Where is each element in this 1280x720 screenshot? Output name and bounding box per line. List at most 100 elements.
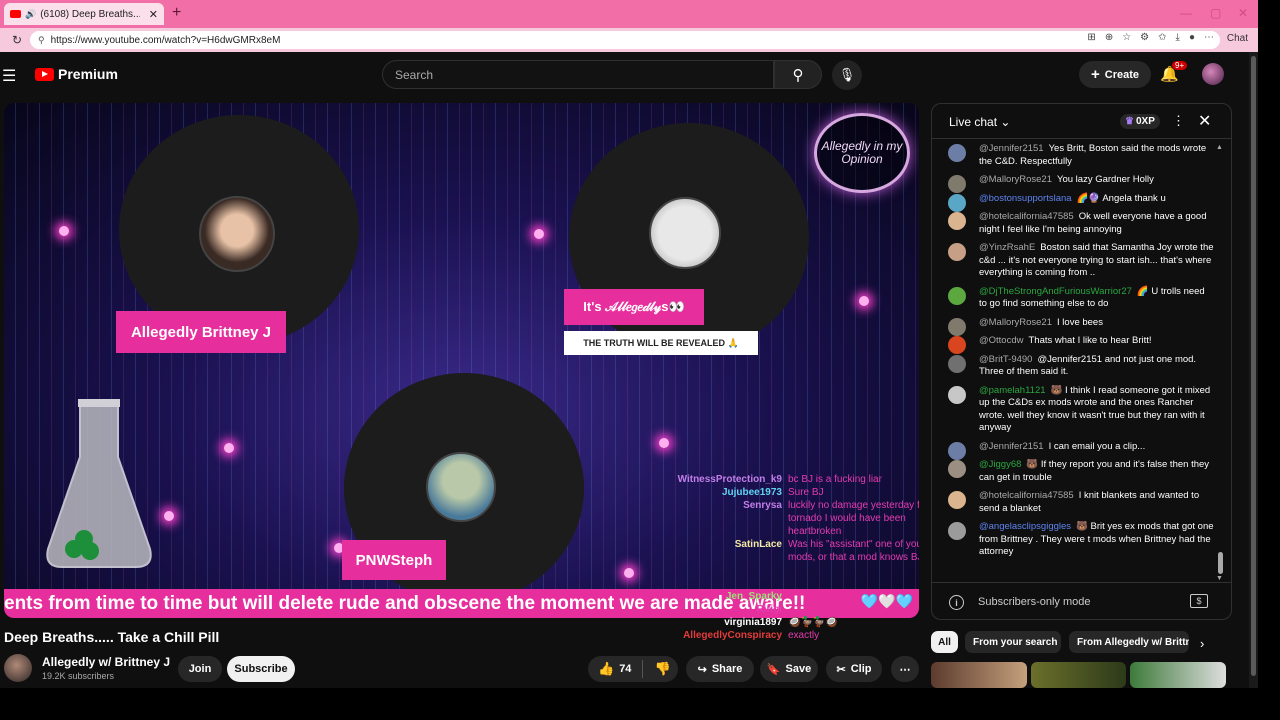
url-field[interactable]: ⚲ https://www.youtube.com/watch?v=H6dwGM… bbox=[30, 31, 1220, 49]
crown-icon: ♛ bbox=[1125, 116, 1134, 127]
chat-author-name[interactable]: @pamelah1121 bbox=[979, 385, 1046, 396]
search-input[interactable]: Search bbox=[382, 60, 774, 89]
chat-author-name[interactable]: @DjTheStrongAndFuriousWarrior27 bbox=[979, 286, 1132, 297]
favorites-icon[interactable]: ✩ bbox=[1158, 32, 1166, 43]
glow-dot bbox=[534, 229, 544, 239]
chat-author-name[interactable]: @hotelcalifornia47585 bbox=[979, 211, 1074, 222]
chat-message[interactable]: @Jiggy68 🐻 If they report you and it's fa… bbox=[932, 456, 1222, 487]
thumbnail[interactable] bbox=[931, 662, 1027, 688]
chevron-right-icon[interactable]: › bbox=[1200, 636, 1204, 651]
super-chat-icon[interactable]: $ bbox=[1190, 594, 1208, 608]
search-button[interactable]: ⚲ bbox=[774, 60, 822, 89]
scroll-up-icon[interactable]: ▲ bbox=[1216, 144, 1223, 151]
like-icon[interactable]: 👍 bbox=[598, 661, 614, 677]
site-info-icon[interactable]: ⚲ bbox=[38, 35, 45, 46]
chat-author-avatar[interactable] bbox=[948, 522, 966, 540]
video-title: Deep Breaths..... Take a Chill Pill bbox=[4, 629, 220, 645]
menu-icon[interactable]: ☰ bbox=[2, 66, 16, 86]
profile-icon[interactable]: ● bbox=[1189, 32, 1195, 43]
chat-author-name[interactable]: @Jiggy68 bbox=[979, 459, 1021, 470]
thumbnail[interactable] bbox=[1030, 662, 1127, 688]
page-scroll-thumb[interactable] bbox=[1251, 56, 1256, 676]
video-player[interactable]: Allegedly Brittney J PNWSteph It's 𝒜𝓁𝓁𝑒𝑔… bbox=[4, 103, 919, 618]
copilot-chat-button[interactable]: Chat bbox=[1227, 33, 1248, 44]
reload-icon[interactable]: ↻ bbox=[12, 33, 22, 47]
tab-close-icon[interactable]: ✕ bbox=[149, 8, 158, 21]
thumbnail[interactable] bbox=[1130, 662, 1226, 688]
chat-message[interactable]: @hotelcalifornia47585 I knit blankets and… bbox=[932, 487, 1222, 518]
scroll-down-icon[interactable]: ▼ bbox=[1216, 575, 1223, 582]
more-icon[interactable]: ⋯ bbox=[1204, 32, 1214, 43]
chat-author-name[interactable]: @angelasclipsgiggles bbox=[979, 521, 1071, 532]
chat-message[interactable]: @hotelcalifornia47585 Ok well everyone ha… bbox=[932, 208, 1222, 239]
divider bbox=[642, 660, 644, 678]
account-avatar[interactable] bbox=[1202, 63, 1224, 85]
chat-messages[interactable]: @Jennifer2151 Yes Britt, Boston said the … bbox=[932, 140, 1222, 582]
chat-author-name[interactable]: @Ottocdw bbox=[979, 335, 1024, 346]
chat-message[interactable]: @DjTheStrongAndFuriousWarrior27 🌈 U troll… bbox=[932, 283, 1222, 314]
browser-tab[interactable]: 🔊 (6108) Deep Breaths..... Take a ✕ bbox=[4, 3, 164, 25]
chat-message[interactable]: @pamelah1121 🐻 I think I read someone got… bbox=[932, 382, 1222, 438]
chat-author-name[interactable]: @MalloryRose21 bbox=[979, 317, 1052, 328]
chat-message[interactable]: @Jennifer2151 Yes Britt, Boston said the … bbox=[932, 140, 1222, 171]
maximize-icon[interactable]: ▢ bbox=[1210, 6, 1221, 20]
dislike-icon[interactable]: 👎 bbox=[654, 661, 670, 677]
favorite-star-icon[interactable]: ☆ bbox=[1122, 32, 1131, 43]
download-icon[interactable]: ⤓ bbox=[1176, 32, 1180, 43]
chat-author-name[interactable]: @YinzRsahE bbox=[979, 242, 1035, 253]
channel-avatar[interactable] bbox=[4, 654, 32, 682]
chat-author-avatar[interactable] bbox=[948, 212, 966, 230]
chat-author-avatar[interactable] bbox=[948, 460, 966, 478]
voice-search-button[interactable]: 🎙 bbox=[832, 60, 862, 90]
minimize-icon[interactable]: — bbox=[1180, 6, 1192, 20]
create-button[interactable]: + Create bbox=[1079, 61, 1151, 88]
chat-author-name[interactable]: @Jennifer2151 bbox=[979, 143, 1044, 154]
chat-message[interactable]: @BritT-9490 @Jennifer2151 and not just on… bbox=[932, 351, 1222, 382]
chat-author-avatar[interactable] bbox=[948, 491, 966, 509]
new-tab-button[interactable]: + bbox=[172, 4, 181, 22]
chip-from-channel[interactable]: From Allegedly w/ Brittney J bbox=[1069, 631, 1189, 653]
more-actions-button[interactable]: ⋯ bbox=[891, 656, 919, 682]
chat-author-name[interactable]: @Jennifer2151 bbox=[979, 441, 1044, 452]
like-count[interactable]: 74 bbox=[619, 663, 631, 675]
chat-message[interactable]: @Ottocdw Thats what I like to hear Britt! bbox=[932, 332, 1222, 354]
scroll-thumb[interactable] bbox=[1218, 552, 1223, 574]
close-icon[interactable]: ✕ bbox=[1198, 111, 1211, 131]
chip-all[interactable]: All bbox=[931, 631, 958, 653]
chip-from-search[interactable]: From your search bbox=[965, 631, 1061, 653]
chat-message[interactable]: @YinzRsahE Boston said that Samantha Joy … bbox=[932, 239, 1222, 283]
info-icon[interactable]: i bbox=[949, 595, 964, 610]
join-button[interactable]: Join bbox=[178, 656, 222, 682]
chat-message[interactable]: @angelasclipsgiggles 🐻 Brit yes ex mods t… bbox=[932, 518, 1222, 562]
chat-author-name[interactable]: @hotelcalifornia47585 bbox=[979, 490, 1074, 501]
channel-name[interactable]: Allegedly w/ Brittney J bbox=[42, 655, 170, 669]
clip-button[interactable]: ✂ Clip bbox=[826, 656, 882, 682]
chat-scrollbar[interactable]: ▲ ▼ bbox=[1216, 144, 1223, 582]
chat-message[interactable]: @bostonsupportslana 🌈🔮 Angela thank u bbox=[932, 190, 1222, 212]
subscribe-button[interactable]: Subscribe bbox=[227, 656, 295, 682]
apps-icon[interactable]: ⊞ bbox=[1087, 32, 1095, 43]
notifications-button[interactable]: 🔔 9+ bbox=[1160, 61, 1188, 83]
chat-message[interactable]: @MalloryRose21 I love bees bbox=[932, 314, 1222, 336]
page-scrollbar[interactable] bbox=[1249, 52, 1258, 688]
youtube-logo[interactable]: Premium bbox=[35, 66, 118, 82]
chat-author-avatar[interactable] bbox=[948, 243, 966, 261]
chat-title-dropdown[interactable]: Live chat ⌄ bbox=[949, 115, 1010, 129]
close-window-icon[interactable]: ✕ bbox=[1238, 6, 1248, 20]
share-button[interactable]: ↪ Share bbox=[686, 656, 754, 682]
chat-message[interactable]: @Jennifer2151 I can email you a clip... bbox=[932, 438, 1222, 460]
zoom-icon[interactable]: ⊕ bbox=[1105, 32, 1113, 43]
chat-menu-icon[interactable]: ⋮ bbox=[1172, 113, 1185, 129]
chat-author-name[interactable]: @bostonsupportslana bbox=[979, 193, 1072, 204]
extension-icon[interactable]: ⚙ bbox=[1140, 32, 1149, 43]
speaker-icon[interactable]: 🔊 bbox=[25, 9, 36, 20]
xp-badge[interactable]: ♛ 0XP bbox=[1120, 114, 1160, 129]
chat-author-avatar[interactable] bbox=[948, 354, 966, 373]
save-button[interactable]: 🔖 Save bbox=[760, 656, 818, 682]
chat-author-name[interactable]: @MalloryRose21 bbox=[979, 174, 1052, 185]
chat-author-avatar[interactable] bbox=[948, 286, 966, 305]
chat-author-avatar[interactable] bbox=[948, 385, 966, 404]
chat-author-name[interactable]: @BritT-9490 bbox=[979, 354, 1032, 365]
chat-author-avatar[interactable] bbox=[948, 144, 966, 162]
chat-message[interactable]: @MalloryRose21 You lazy Gardner Holly bbox=[932, 171, 1222, 193]
